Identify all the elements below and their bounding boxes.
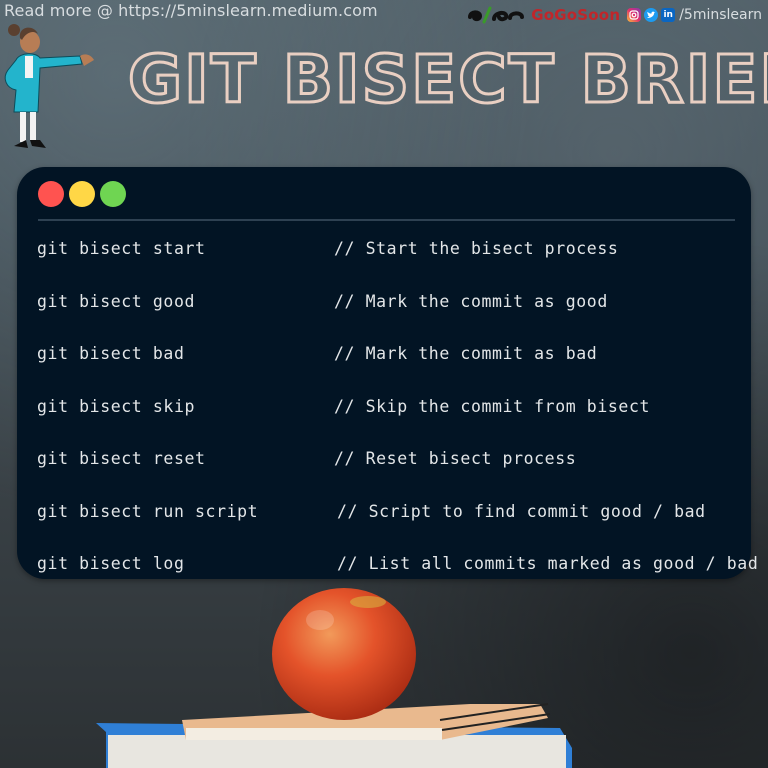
command-comment: // Mark the commit as good — [334, 291, 608, 311]
brand-name: GoGoSoon — [531, 6, 621, 24]
gogosoon-logo-icon — [468, 6, 525, 24]
command-comment: // Start the bisect process — [334, 239, 619, 258]
linkedin-icon[interactable]: in — [661, 8, 676, 22]
read-more-link[interactable]: Read more @ https://5minslearn.medium.co… — [4, 1, 378, 20]
command-comment: // Script to find commit good / bad — [337, 501, 706, 521]
command-text: git bisect run script — [37, 501, 259, 521]
command-comment: // Reset bisect process — [334, 449, 577, 468]
command-text: git bisect start — [37, 239, 206, 258]
minimize-button-icon[interactable] — [69, 181, 95, 207]
command-row: git bisect reset // Reset bisect process — [37, 445, 741, 498]
command-text: git bisect reset — [37, 449, 206, 468]
apple-on-books-illustration — [96, 588, 572, 768]
terminal-divider — [38, 219, 735, 221]
command-row: git bisect skip // Skip the commit from … — [37, 393, 741, 446]
command-row: git bisect run script // Script to find … — [37, 498, 741, 551]
teacher-illustration — [4, 24, 94, 148]
command-comment: // List all commits marked as good / bad — [337, 554, 759, 573]
social-handle[interactable]: /5minslearn — [679, 7, 762, 23]
command-comment: // Mark the commit as bad — [334, 344, 598, 363]
instagram-icon[interactable] — [627, 8, 642, 22]
page-title: GIT BISECT BRIEF — [127, 40, 768, 120]
command-text: git bisect log — [37, 554, 185, 573]
command-comment: // Skip the commit from bisect — [334, 396, 651, 416]
maximize-button-icon[interactable] — [100, 181, 126, 207]
command-row: git bisect start // Start the bisect pro… — [37, 235, 741, 288]
command-row: git bisect bad // Mark the commit as bad — [37, 340, 741, 393]
close-button-icon[interactable] — [38, 181, 64, 207]
command-text: git bisect skip — [37, 396, 196, 416]
twitter-icon[interactable] — [644, 8, 659, 22]
window-controls — [38, 181, 126, 207]
apple — [272, 588, 416, 720]
command-row: git bisect good // Mark the commit as go… — [37, 288, 741, 341]
command-text: git bisect good — [37, 291, 196, 311]
command-text: git bisect bad — [37, 344, 185, 363]
command-list: git bisect start // Start the bisect pro… — [37, 235, 758, 603]
brand-bar: GoGoSoon in /5minslearn — [466, 5, 762, 25]
terminal-window: git bisect start // Start the bisect pro… — [17, 167, 758, 579]
